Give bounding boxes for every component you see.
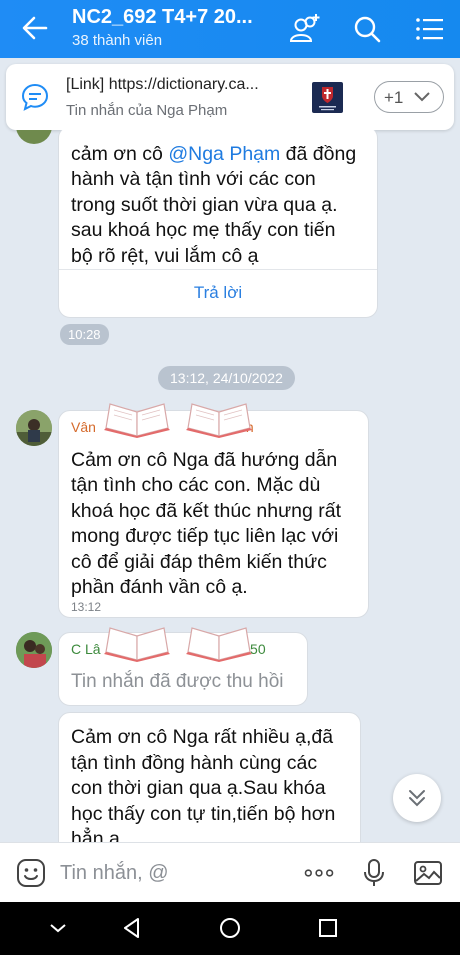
message-line: mong được tiếp tục liên lạc với xyxy=(71,525,339,547)
open-book-sticker-icon xyxy=(104,403,170,438)
back-arrow-icon[interactable] xyxy=(22,16,48,40)
message-time: 10:28 xyxy=(60,324,109,345)
avatar[interactable] xyxy=(16,410,52,446)
recalled-message-text: Tin nhắn đã được thu hồi xyxy=(71,671,284,692)
message-bubble[interactable]: cảm ơn cô @Nga Phạm đã đồng hành và tận … xyxy=(58,130,378,318)
reply-button[interactable]: Trả lời xyxy=(59,283,377,303)
message-line: khoá học đã kết thúc nhưng rất xyxy=(71,500,341,522)
chevron-down-icon xyxy=(414,92,430,102)
cambridge-logo-icon xyxy=(319,87,336,111)
group-title[interactable]: NC2_692 T4+7 20... xyxy=(72,6,253,29)
system-nav-bar xyxy=(0,902,460,955)
message-line: phần đánh vần cô ạ. xyxy=(71,576,248,598)
message-line: Cảm ơn cô Nga rất nhiều ạ,đã xyxy=(71,726,334,748)
message-bubble[interactable]: Cảm ơn cô Nga rất nhiều ạ,đã tận tình đồ… xyxy=(58,712,361,842)
avatar-photo xyxy=(16,632,52,668)
message-line: sau khoá học mẹ thấy con tiến xyxy=(71,219,336,241)
message-line: cô để giải đáp thêm kiến thức xyxy=(71,551,327,573)
avatar[interactable] xyxy=(16,130,52,144)
message-line: trong suốt thời gian vừa qua ạ. xyxy=(71,194,338,216)
menu-list-icon[interactable] xyxy=(413,12,447,46)
double-chevron-down-icon xyxy=(409,790,425,807)
message-line: Cảm ơn cô Nga đã hướng dẫn xyxy=(71,449,338,471)
message-input[interactable]: Tin nhắn, @ xyxy=(60,862,169,885)
message-input-bar: Tin nhắn, @ xyxy=(0,842,460,902)
avatar-photo xyxy=(16,410,52,446)
divider xyxy=(59,269,377,270)
pinned-title: [Link] https://dictionary.ca... xyxy=(66,76,259,93)
microphone-icon[interactable] xyxy=(358,857,390,889)
pinned-subtitle: Tin nhắn của Nga Phạm xyxy=(66,102,228,119)
image-gallery-icon[interactable] xyxy=(412,857,444,889)
nav-back-icon[interactable] xyxy=(120,916,144,940)
link-thumbnail xyxy=(312,82,343,113)
message-line: bộ rõ rệt, vui lắm cô ạ xyxy=(71,245,259,267)
open-book-sticker-icon xyxy=(186,627,252,662)
message-line: học thấy con tự tin,tiến bộ hơn xyxy=(71,803,336,825)
pinned-more-count: +1 xyxy=(384,88,404,107)
pinned-more-button[interactable]: +1 xyxy=(374,81,444,113)
chat-header: NC2_692 T4+7 20... 38 thành viên xyxy=(0,0,460,58)
message-list[interactable]: cảm ơn cô @Nga Phạm đã đồng hành và tận … xyxy=(0,130,460,842)
chat-bubble-icon xyxy=(21,83,49,111)
message-line: hẳn ạ. xyxy=(71,828,126,842)
emoji-sticker-icon[interactable] xyxy=(15,857,47,889)
nav-home-icon[interactable] xyxy=(218,916,242,940)
scroll-to-bottom-button[interactable] xyxy=(393,774,441,822)
open-book-sticker-icon xyxy=(104,627,170,662)
message-bubble[interactable]: C Lâế 550 Tin nhắn đã được thu hồi xyxy=(58,632,308,706)
message-line: hành và tận tình với các con xyxy=(71,168,316,190)
message-text: cảm ơn cô @Nga Phạm đã đồng xyxy=(71,143,357,165)
pinned-message-bar[interactable]: [Link] https://dictionary.ca... Tin nhắn… xyxy=(6,64,454,130)
add-member-icon[interactable] xyxy=(288,12,322,46)
nav-recents-icon[interactable] xyxy=(316,916,340,940)
member-count: 38 thành viên xyxy=(72,32,163,49)
message-line: con thời gian qua ạ.Sau khóa xyxy=(71,777,326,799)
date-separator: 13:12, 24/10/2022 xyxy=(158,366,295,390)
message-time: 13:12 xyxy=(71,600,102,614)
more-options-icon[interactable] xyxy=(303,857,335,889)
message-line: tận tình đồng hành cùng các xyxy=(71,752,318,774)
message-bubble[interactable]: Vânh Cảm ơn cô Nga đã hướng dẫn tận tình… xyxy=(58,410,369,618)
mention-link[interactable]: @Nga Phạm xyxy=(168,143,280,165)
search-icon[interactable] xyxy=(350,12,384,46)
avatar[interactable] xyxy=(16,632,52,668)
open-book-sticker-icon xyxy=(186,403,252,438)
nav-chevron-down-icon[interactable] xyxy=(46,916,70,940)
message-line: tận tình cho các con. Mặc dù xyxy=(71,474,321,496)
